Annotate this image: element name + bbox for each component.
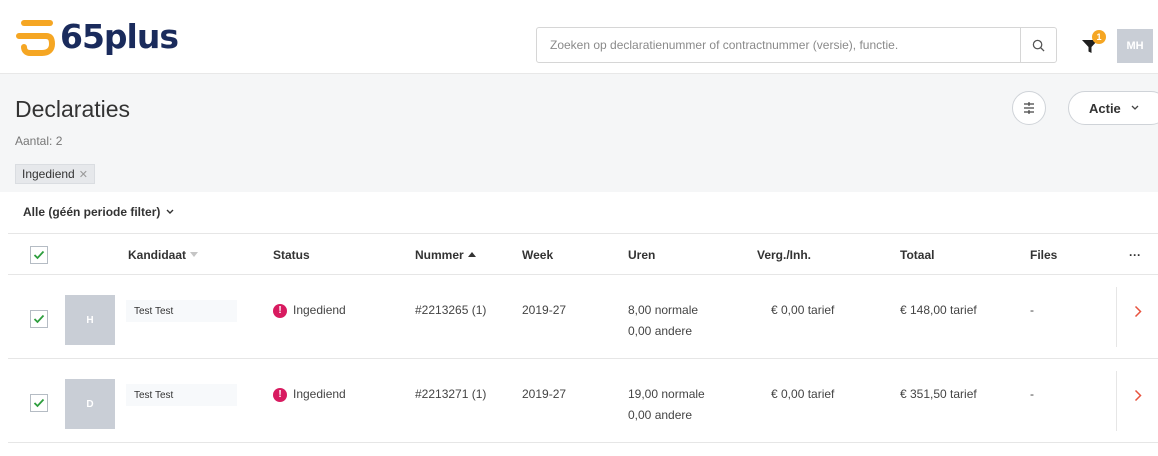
verg-cell: € 0,00 tarief [771,387,835,401]
chevron-down-icon [166,209,174,214]
column-header-nummer[interactable]: Nummer [415,248,476,262]
search-button[interactable] [1020,28,1056,62]
more-icon: ··· [1129,248,1141,262]
status-label: Ingediend [293,387,346,401]
column-header-label: Nummer [415,248,464,262]
actie-label: Actie [1089,100,1121,116]
chevron-down-icon [1131,105,1139,110]
column-header-label: Verg./Inh. [757,248,812,262]
column-settings-button[interactable] [1012,91,1046,125]
search-input[interactable] [537,28,1020,62]
row-open-button[interactable] [1134,305,1142,323]
period-filter-dropdown[interactable]: Alle (géén periode filter) [23,205,174,219]
search-icon [1032,39,1045,52]
status-label: Ingediend [293,303,346,317]
search-bar [536,27,1057,63]
logo-text: 65plus [60,17,179,56]
nummer-cell: #2213271 (1) [415,387,487,401]
check-icon [33,398,45,408]
filter-count-badge: 1 [1092,30,1106,44]
column-header-verg[interactable]: Verg./Inh. [757,248,811,262]
column-header-totaal[interactable]: Totaal [900,248,934,262]
chevron-right-icon [1134,389,1142,402]
row-checkbox[interactable] [30,310,48,328]
candidate-name: Test Test [126,300,237,322]
status-cell: ! Ingediend [273,384,346,405]
more-options-button[interactable]: ··· [1129,248,1141,262]
check-icon [33,250,45,260]
close-icon[interactable]: ✕ [79,168,88,181]
table-row[interactable]: H Test Test ! Ingediend #2213265 (1) 201… [8,275,1158,359]
column-header-label: Status [273,248,310,262]
select-all-checkbox[interactable] [30,246,48,264]
avatar: D [65,379,115,429]
table-row[interactable]: D Test Test ! Ingediend #2213271 (1) 201… [8,359,1158,443]
sort-ascending-icon [467,252,476,257]
row-checkbox[interactable] [30,394,48,412]
nummer-cell: #2213265 (1) [415,303,487,317]
files-cell: - [1030,387,1034,401]
uren-andere: 0,00 andere [628,324,693,338]
logo[interactable]: 65plus [16,14,179,60]
filter-chip-label: Ingediend [22,167,75,181]
week-cell: 2019-27 [522,387,567,401]
files-cell: - [1030,303,1034,317]
column-header-uren[interactable]: Uren [628,248,655,262]
top-bar: 65plus 1 MH [0,0,1158,74]
result-count: Aantal: 2 [15,134,63,148]
column-header-label: Uren [628,248,656,262]
verg-cell: € 0,00 tarief [771,303,835,317]
totaal-cell: € 148,00 tarief [900,303,977,317]
column-header-files[interactable]: Files [1030,248,1057,262]
filter-button[interactable]: 1 [1080,30,1106,58]
status-cell: ! Ingediend [273,300,346,321]
row-open-button[interactable] [1134,389,1142,407]
column-header-label: Kandidaat [128,248,187,262]
column-header-label: Week [522,248,554,262]
user-avatar[interactable]: MH [1117,29,1153,63]
uren-normaal: 8,00 normale [628,303,699,317]
column-header-week[interactable]: Week [522,248,553,262]
uren-cell: 8,00 normale 0,00 andere [628,300,698,342]
check-icon [33,314,45,324]
page-title: Declaraties [15,96,131,122]
week-cell: 2019-27 [522,303,567,317]
logo-mark-icon [16,20,56,56]
column-header-label: Files [1030,248,1058,262]
period-filter-label: Alle (géén periode filter) [23,205,161,219]
divider [1116,287,1117,347]
sort-icon [190,252,199,257]
uren-andere: 0,00 andere [628,408,693,422]
divider [1116,371,1117,431]
candidate-name: Test Test [126,384,237,406]
actie-dropdown-button[interactable]: Actie [1068,91,1158,125]
uren-normaal: 19,00 normale [628,387,705,401]
table-header: Kandidaat Status Nummer Week Uren Verg./… [8,233,1158,275]
alert-icon: ! [273,387,287,402]
column-header-kandidaat[interactable]: Kandidaat [128,248,199,262]
totaal-cell: € 351,50 tarief [900,387,977,401]
uren-cell: 19,00 normale 0,00 andere [628,384,705,426]
page-header: Declaraties Aantal: 2 Ingediend ✕ [0,74,1158,192]
column-header-status[interactable]: Status [273,248,310,262]
avatar: H [65,295,115,345]
column-header-label: Totaal [900,248,935,262]
adjust-icon [1024,102,1034,114]
chevron-right-icon [1134,305,1142,318]
alert-icon: ! [273,303,287,318]
filter-chip-ingediend[interactable]: Ingediend ✕ [15,164,95,184]
